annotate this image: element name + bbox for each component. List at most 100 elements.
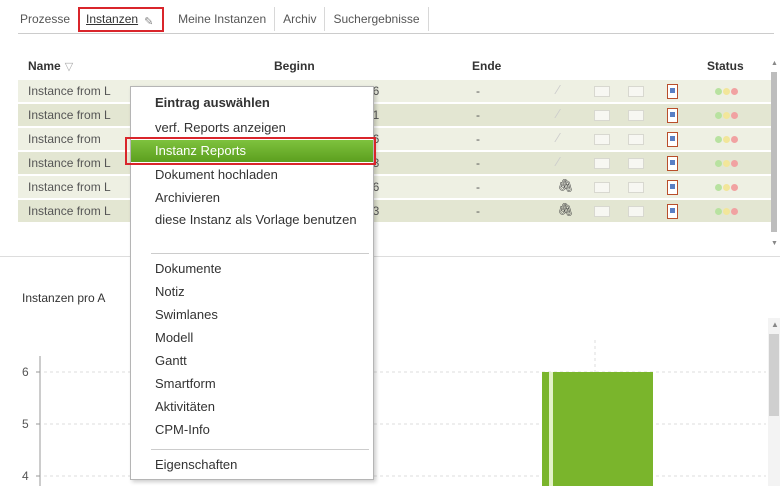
- highlight-outline: [125, 137, 376, 165]
- status-lights: [715, 136, 738, 143]
- column-header-status[interactable]: Status: [707, 59, 744, 73]
- status-lights: [715, 208, 738, 215]
- status-dot: [715, 136, 722, 143]
- instance-ende: -: [476, 84, 480, 98]
- tab-underline: [18, 33, 774, 34]
- attachment-icon[interactable]: ⁄: [557, 130, 571, 145]
- tab-prozesse[interactable]: Prozesse: [18, 7, 78, 31]
- report-icon[interactable]: [667, 108, 678, 123]
- status-dot: [715, 184, 722, 191]
- instance-name: Instance from L: [28, 84, 111, 98]
- form-icon[interactable]: [628, 134, 644, 145]
- table-header: Name ▽ Beginn Ende Status: [18, 52, 776, 80]
- form-icon[interactable]: [628, 182, 644, 193]
- menu-item[interactable]: Eintrag auswählen: [155, 95, 270, 111]
- attachment-icon[interactable]: ⁄: [557, 82, 571, 97]
- attachment-icon[interactable]: 🖇: [557, 178, 574, 193]
- menu-item[interactable]: CPM-Info: [155, 422, 210, 438]
- note-icon[interactable]: [594, 110, 610, 121]
- status-dot: [723, 160, 730, 167]
- menu-item[interactable]: Dokument hochladen: [155, 167, 278, 183]
- status-dot: [715, 208, 722, 215]
- y-tick-label: 4: [22, 469, 29, 483]
- instance-name: Instance from L: [28, 108, 111, 122]
- menu-item[interactable]: Archivieren: [155, 190, 220, 206]
- report-icon[interactable]: [667, 180, 678, 195]
- menu-item[interactable]: verf. Reports anzeigen: [155, 120, 286, 136]
- instance-ende: -: [476, 204, 480, 218]
- chart-scrollbar[interactable]: ▲: [768, 318, 780, 486]
- menu-item[interactable]: diese Instanz als Vorlage benutzen: [155, 212, 365, 228]
- status-dot: [723, 208, 730, 215]
- form-icon[interactable]: [628, 110, 644, 121]
- note-icon[interactable]: [594, 86, 610, 97]
- menu-separator: [151, 253, 369, 254]
- tab-archiv[interactable]: Archiv: [275, 7, 326, 31]
- instances-table: Name ▽ Beginn Ende Status Instance from L…: [18, 52, 776, 223]
- status-dot: [731, 184, 738, 191]
- form-icon[interactable]: [628, 206, 644, 217]
- status-lights: [715, 184, 738, 191]
- scroll-down-icon[interactable]: ▼: [771, 240, 778, 247]
- menu-item[interactable]: Gantt: [155, 353, 187, 369]
- report-icon[interactable]: [667, 204, 678, 219]
- instance-ende: -: [476, 156, 480, 170]
- status-lights: [715, 112, 738, 119]
- report-icon[interactable]: [667, 84, 678, 99]
- form-icon[interactable]: [628, 86, 644, 97]
- form-icon[interactable]: [628, 158, 644, 169]
- status-dot: [723, 112, 730, 119]
- column-header-name[interactable]: Name ▽: [28, 59, 73, 73]
- chart-scrollbar-thumb[interactable]: [769, 334, 779, 416]
- tab-suchergebnisse[interactable]: Suchergebnisse: [325, 7, 429, 31]
- scroll-up-icon[interactable]: ▲: [771, 320, 779, 329]
- attachment-icon[interactable]: ⁄: [557, 106, 571, 121]
- instance-name: Instance from L: [28, 204, 111, 218]
- status-dot: [731, 88, 738, 95]
- column-header-ende[interactable]: Ende: [472, 59, 501, 73]
- instance-ende: -: [476, 108, 480, 122]
- note-icon[interactable]: [594, 206, 610, 217]
- tab-instanzen[interactable]: Instanzen ✎: [78, 7, 165, 32]
- note-icon[interactable]: [594, 182, 610, 193]
- status-dot: [723, 184, 730, 191]
- edit-icon: ✎: [144, 16, 154, 28]
- menu-item[interactable]: Modell: [155, 330, 193, 346]
- status-dot: [715, 88, 722, 95]
- status-dot: [731, 208, 738, 215]
- tab-meine-instanzen[interactable]: Meine Instanzen: [170, 7, 276, 31]
- y-tick-label: 5: [22, 417, 29, 431]
- panel-divider: [0, 256, 780, 257]
- status-dot: [731, 160, 738, 167]
- attachment-icon[interactable]: 🖇: [557, 202, 574, 217]
- status-dot: [731, 136, 738, 143]
- filter-icon[interactable]: ▽: [65, 61, 73, 73]
- report-icon[interactable]: [667, 132, 678, 147]
- chart-bar: [542, 372, 653, 486]
- instance-name: Instance from L: [28, 180, 111, 194]
- menu-item[interactable]: Aktivitäten: [155, 399, 215, 415]
- scroll-up-icon[interactable]: ▲: [771, 60, 778, 67]
- menu-item[interactable]: Notiz: [155, 284, 185, 300]
- menu-item[interactable]: Dokumente: [155, 261, 221, 277]
- status-dot: [715, 112, 722, 119]
- instance-name: Instance from L: [28, 156, 111, 170]
- tab-instanzen-label: Instanzen: [86, 12, 139, 26]
- menu-separator: [151, 449, 369, 450]
- note-icon[interactable]: [594, 158, 610, 169]
- y-tick-label: 6: [22, 365, 29, 379]
- menu-item[interactable]: Eigenschaften: [155, 457, 237, 473]
- report-icon[interactable]: [667, 156, 678, 171]
- menu-item[interactable]: Smartform: [155, 376, 216, 392]
- table-scrollbar[interactable]: ▲ ▼: [770, 60, 778, 250]
- status-dot: [731, 112, 738, 119]
- status-dot: [723, 88, 730, 95]
- status-lights: [715, 88, 738, 95]
- note-icon[interactable]: [594, 134, 610, 145]
- column-header-name-label: Name: [28, 59, 61, 73]
- menu-item[interactable]: Swimlanes: [155, 307, 218, 323]
- attachment-icon[interactable]: ⁄: [557, 154, 571, 169]
- column-header-beginn[interactable]: Beginn: [274, 59, 315, 73]
- table-scrollbar-thumb[interactable]: [771, 72, 777, 232]
- status-dot: [723, 136, 730, 143]
